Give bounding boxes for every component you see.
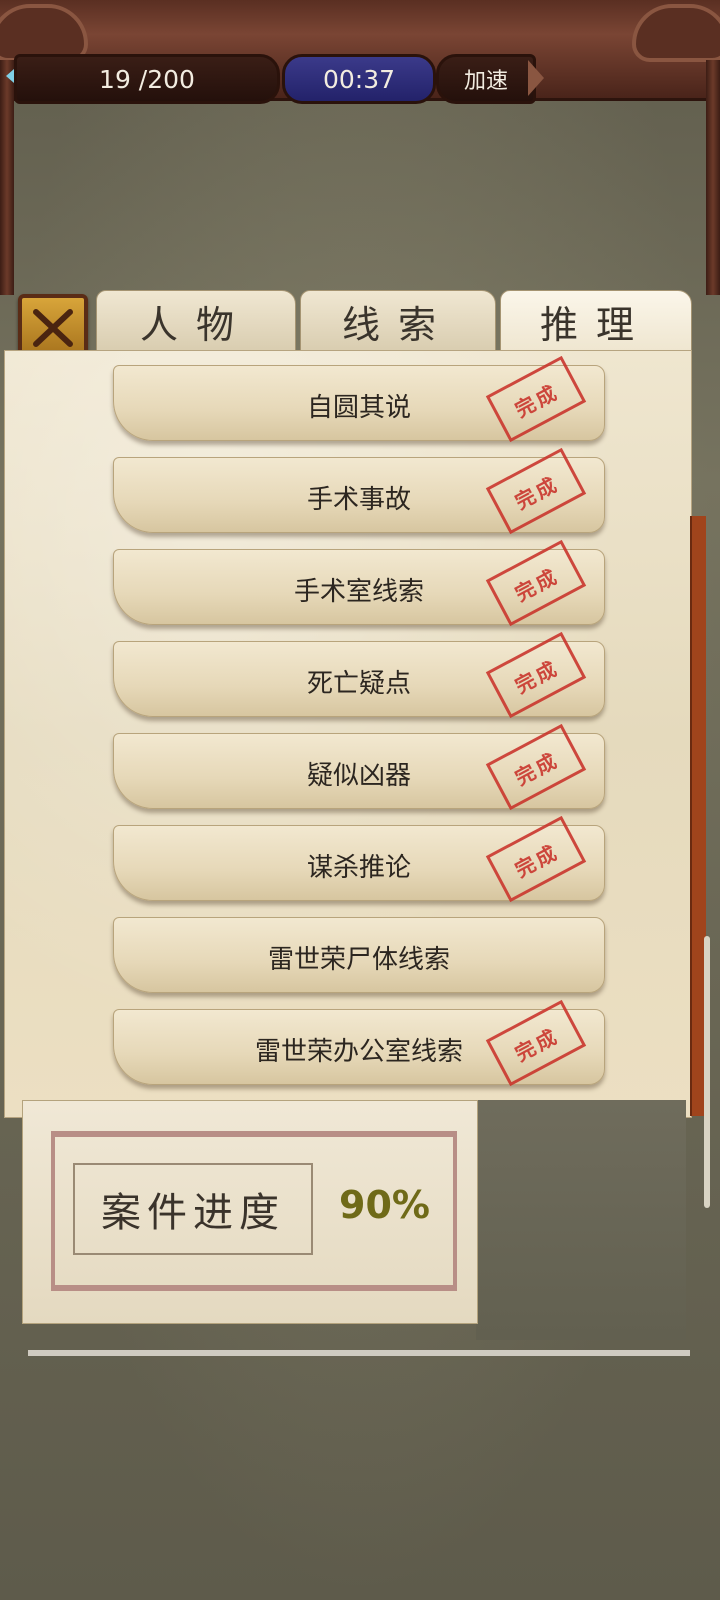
frame-side-left	[0, 60, 14, 295]
deduction-item[interactable]: 疑似凶器 完成	[113, 723, 605, 811]
scrollbar[interactable]	[704, 936, 710, 1208]
case-progress-card: 案件进度 90%	[22, 1100, 478, 1324]
tab-deduction[interactable]: 推理	[500, 290, 692, 352]
deduction-item-label: 雷世荣尸体线索	[267, 945, 450, 975]
progress-value: 90%	[339, 1183, 430, 1227]
deduction-item[interactable]: 死亡疑点 完成	[113, 631, 605, 719]
arrow-right-icon	[528, 60, 544, 96]
deduction-panel: 自圆其说 完成 手术事故 完成 手术室线索 完成 死亡疑点 完成 疑似凶器 完成 谋杀推论 完成 雷世荣…	[4, 350, 692, 1118]
timer: 00:37	[282, 54, 436, 104]
frame-ornament-right	[632, 4, 720, 62]
frame-side-right	[706, 60, 720, 295]
tab-characters[interactable]: 人物	[96, 290, 296, 352]
speed-up-button[interactable]: 加速	[436, 54, 536, 104]
deduction-item[interactable]: 手术事故 完成	[113, 447, 605, 535]
deduction-item[interactable]: 谋杀推论 完成	[113, 815, 605, 903]
deduction-item[interactable]: 自圆其说 完成	[113, 355, 605, 443]
side-slab	[476, 1100, 686, 1340]
tab-clues[interactable]: 线索	[300, 290, 496, 352]
close-x-icon	[33, 309, 73, 347]
divider	[28, 1350, 690, 1356]
deduction-item[interactable]: 雷世荣尸体线索	[113, 917, 605, 993]
deduction-item[interactable]: 雷世荣办公室线索 完成	[113, 999, 605, 1087]
step-counter: 19 /200	[14, 54, 280, 104]
deduction-item[interactable]: 手术室线索 完成	[113, 539, 605, 627]
progress-label: 案件进度	[73, 1163, 313, 1255]
